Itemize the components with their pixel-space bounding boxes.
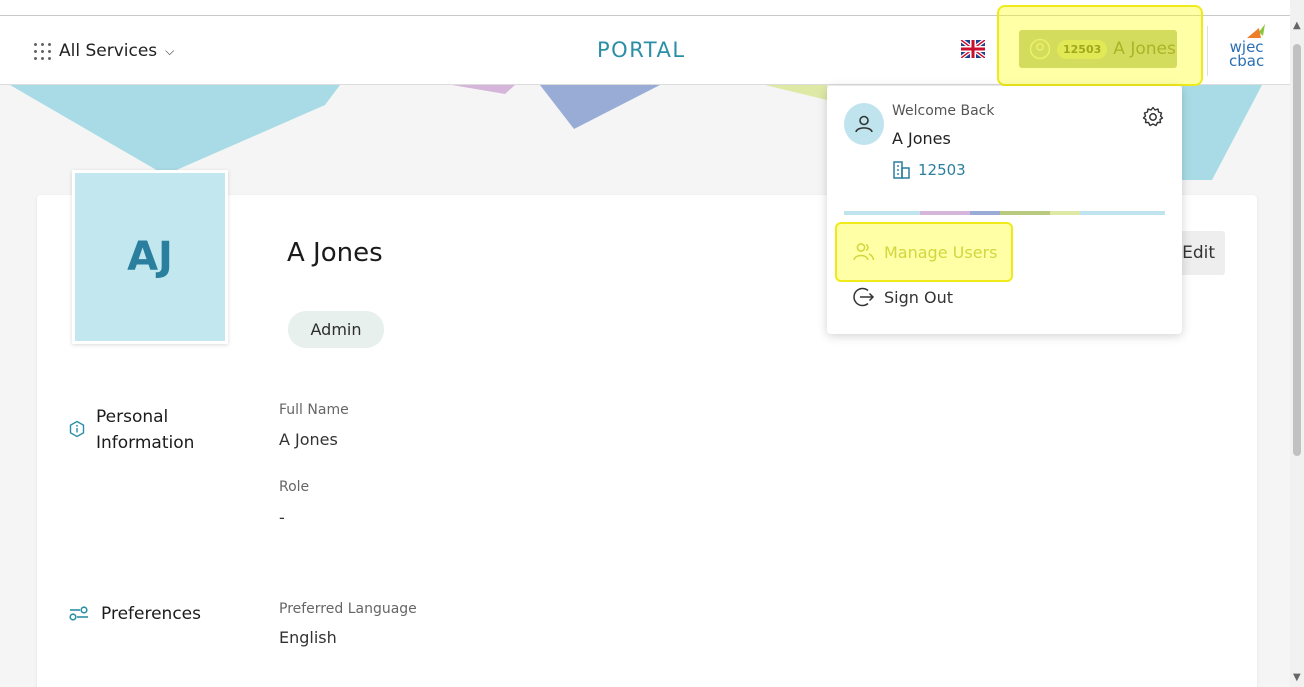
scrollbar-thumb[interactable] bbox=[1293, 44, 1301, 456]
user-menu-button[interactable]: 12503 A Jones bbox=[1019, 30, 1177, 68]
dropdown-avatar bbox=[844, 103, 884, 145]
sign-out-icon bbox=[853, 287, 875, 307]
edit-button[interactable]: Edit bbox=[1175, 231, 1225, 275]
portal-title: PORTAL bbox=[597, 38, 686, 62]
top-strip bbox=[0, 0, 1290, 16]
user-number-badge: 12503 bbox=[1057, 39, 1108, 59]
role-value: - bbox=[279, 508, 285, 527]
all-services-menu[interactable]: All Services ⌵ bbox=[33, 38, 174, 64]
scroll-down-icon[interactable]: ▼ bbox=[1293, 672, 1301, 683]
header-divider bbox=[1207, 26, 1208, 76]
info-icon bbox=[69, 420, 85, 438]
users-icon bbox=[853, 243, 875, 261]
full-name-value: A Jones bbox=[279, 430, 338, 449]
color-bar bbox=[844, 211, 1165, 215]
sign-out-label: Sign Out bbox=[884, 287, 953, 307]
centre-number: 12503 bbox=[918, 161, 966, 179]
preferences-heading: Preferences bbox=[101, 604, 201, 624]
top-header: All Services ⌵ PORTAL 12503 A Jones wjec… bbox=[0, 16, 1290, 85]
profile-name: A Jones bbox=[287, 238, 383, 268]
uk-flag-icon[interactable] bbox=[961, 40, 985, 58]
role-label: Role bbox=[279, 479, 310, 495]
chevron-down-icon: ⌵ bbox=[165, 43, 175, 58]
gear-icon[interactable] bbox=[1141, 105, 1165, 129]
user-name: A Jones bbox=[1113, 39, 1176, 59]
apps-grid-icon bbox=[33, 41, 53, 61]
person-icon bbox=[855, 115, 873, 133]
scroll-up-icon[interactable]: ▲ bbox=[1293, 20, 1301, 31]
preferred-language-value: English bbox=[279, 628, 337, 647]
personal-information-heading: Personal Information bbox=[96, 407, 195, 453]
building-icon bbox=[893, 161, 910, 179]
sign-out-menu-item[interactable]: Sign Out bbox=[852, 286, 953, 308]
centre-number-row: 12503 bbox=[892, 160, 966, 180]
preferred-language-label: Preferred Language bbox=[279, 601, 417, 617]
all-services-label: All Services bbox=[59, 41, 158, 61]
user-circle-icon bbox=[1029, 38, 1051, 60]
dropdown-user-name: A Jones bbox=[892, 129, 951, 148]
welcome-back-text: Welcome Back bbox=[892, 103, 995, 119]
full-name-label: Full Name bbox=[279, 402, 349, 418]
logo-text: wjec cbac bbox=[1229, 38, 1265, 70]
manage-users-menu-item[interactable]: Manage Users bbox=[852, 241, 997, 263]
profile-avatar: AJ bbox=[72, 170, 228, 344]
manage-users-label: Manage Users bbox=[884, 242, 998, 262]
role-badge: Admin bbox=[288, 311, 384, 348]
sliders-icon bbox=[69, 606, 88, 621]
